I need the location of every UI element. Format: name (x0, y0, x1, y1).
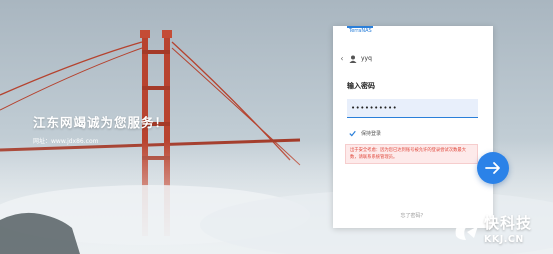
kkj-logo-icon (455, 220, 478, 240)
password-field[interactable] (347, 99, 478, 118)
promo-website: 网址：www.jdx86.com (33, 138, 99, 145)
password-heading: 输入密码 (347, 82, 375, 90)
watermark: 快科技 KKJ.CN (452, 210, 552, 254)
remember-me-label: 保持登录 (361, 131, 382, 137)
login-card: TerraNAS ‹ yyq 输入密码 保持登录 出于安全考虑：因为您已达到账号… (333, 26, 493, 228)
user-icon (349, 55, 357, 63)
submit-button[interactable] (477, 152, 509, 184)
watermark-brand: 快科技 (484, 214, 533, 232)
watermark-domain: KKJ.CN (484, 234, 524, 245)
username-label: yyq (361, 55, 372, 62)
checkbox-checked-icon (349, 130, 356, 137)
error-message-box: 出于安全考虑：因为您已达到账号被允许的登录尝试次数最大数，请联系系统管理员。 (345, 144, 478, 164)
remember-me-checkbox[interactable]: 保持登录 (349, 130, 381, 137)
arrow-right-icon (485, 162, 500, 174)
error-message: 出于安全考虑：因为您已达到账号被允许的登录尝试次数最大数，请联系系统管理员。 (350, 148, 467, 160)
back-arrow-icon[interactable]: ‹ (337, 54, 347, 64)
tab-bar: TerraNAS (333, 26, 493, 36)
promo-title: 江东网竭诚为您服务！ (33, 115, 169, 130)
tab-terranas[interactable]: TerraNAS (349, 28, 372, 34)
